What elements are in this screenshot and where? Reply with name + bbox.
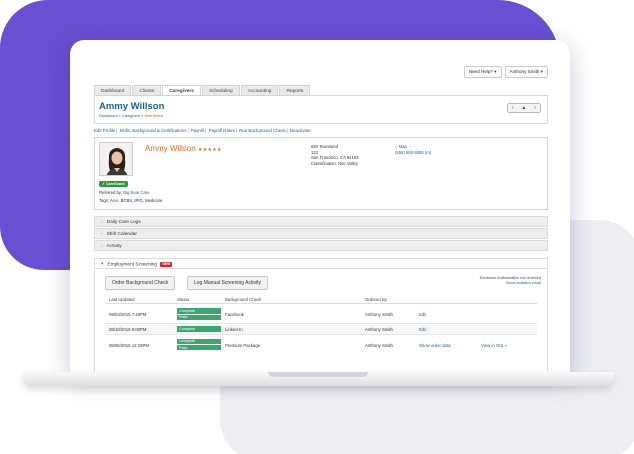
view-in-gis-link[interactable]: View in GIS » <box>481 343 507 348</box>
col-status: Status <box>177 297 190 302</box>
cell-status: Complete <box>177 326 221 332</box>
section-label: Activity <box>106 243 122 249</box>
contact-block: ⌂ Map (555) 555-5555 (m) <box>395 144 431 155</box>
breadcrumb-separator: » <box>118 114 121 118</box>
referred-by-link[interactable]: Big Bear Care <box>123 190 149 195</box>
table-row: 09/03/2015 7:48PM Complete Pass Facebook… <box>105 306 537 324</box>
edit-link[interactable]: Edit <box>419 312 426 317</box>
show-order-data-link[interactable]: Show order data <box>419 343 451 348</box>
col-background-check: Background Check <box>225 297 262 302</box>
link-separator: | <box>187 128 189 133</box>
payroll-rates-link[interactable]: Payroll Rates <box>209 128 235 133</box>
top-bar: Need Help? ▾ Anthony Smith ▾ <box>463 66 548 78</box>
referred-by: Referred by: Big Bear Care <box>99 190 150 195</box>
run-background-check-link[interactable]: Run Background Check <box>239 128 285 133</box>
map-link-label: Map <box>398 144 407 149</box>
status-badge: Complete <box>177 326 221 332</box>
status-badge: Pass <box>177 314 221 320</box>
caregiver-name-text: Ammy Willson <box>145 144 196 153</box>
check-icon: ✓ <box>102 182 106 186</box>
cell-ordered-by: Anthony Smith <box>365 327 393 332</box>
phone-link[interactable]: (555) 555-5555 (m) <box>395 150 431 156</box>
marketing-stage: Need Help? ▾ Anthony Smith ▾ Dashboard C… <box>0 0 634 454</box>
cell-status: Complete Pass <box>177 338 221 351</box>
screening-panel: Order Background Check Log Manual Screen… <box>94 270 548 374</box>
rating-stars-icon: ★★★★★ <box>197 147 222 153</box>
page-header: Ammy Willson Dashboard » Caregivers » Be… <box>94 96 548 124</box>
home-icon[interactable]: ▲ <box>517 104 530 112</box>
cell-date: 08/06/2015 12:20PM <box>109 342 149 348</box>
col-ordered-by: Ordered By <box>365 297 387 302</box>
status-badge: Pass <box>177 345 221 351</box>
link-separator: | <box>116 128 118 133</box>
table-row: 08/06/2015 12:20PM Complete Pass Premium… <box>105 336 537 354</box>
address-line: San Francisco, CA 94103 <box>311 155 359 161</box>
cell-ordered-by: Anthony Smith <box>365 342 393 348</box>
laptop-screen-frame: Need Help? ▾ Anthony Smith ▾ Dashboard C… <box>70 40 570 374</box>
page-title: Ammy Willson <box>99 101 165 112</box>
col-last-updated: Last Updated <box>109 297 135 302</box>
record-nav: ‹ ▲ › <box>506 103 541 113</box>
laptop-notch <box>268 372 368 377</box>
authorization-notice: Electronic Authorization not received Se… <box>480 276 541 286</box>
classification-line: Classification: Noe Valley <box>311 160 358 166</box>
cell-ordered-by: Anthony Smith <box>365 312 393 317</box>
careguard-badge: ✓ CareGuard <box>99 181 128 187</box>
link-separator: | <box>235 128 237 133</box>
payroll-link[interactable]: Payroll <box>191 128 204 133</box>
send-invitation-link[interactable]: Send invitation email <box>506 281 541 285</box>
cell-date: 09/03/2015 7:48PM <box>109 312 147 317</box>
new-badge: NEW <box>160 261 173 267</box>
app-screen: Need Help? ▾ Anthony Smith ▾ Dashboard C… <box>90 58 552 374</box>
section-activity[interactable]: › Activity <box>94 240 548 251</box>
link-separator: | <box>205 128 207 133</box>
breadcrumb: Dashboard » Caregivers » Beth Berns <box>99 114 163 118</box>
referred-by-label: Referred by: <box>99 190 123 195</box>
help-dropdown[interactable]: Need Help? ▾ <box>463 66 502 78</box>
link-separator: | <box>286 128 288 133</box>
log-manual-screening-button[interactable]: Log Manual Screening Activity <box>187 276 268 290</box>
order-background-check-button[interactable]: Order Background Check <box>105 276 176 290</box>
skills-link[interactable]: Skills, Background & Certifications <box>120 128 187 133</box>
prev-arrow-icon[interactable]: ‹ <box>508 104 518 112</box>
section-label: Daily Care Logs <box>106 219 141 225</box>
breadcrumb-dashboard[interactable]: Dashboard <box>99 114 118 118</box>
next-arrow-icon[interactable]: › <box>530 104 540 112</box>
profile-action-links: Edit Profile| Skills, Background & Certi… <box>94 128 311 133</box>
section-label: Employment Screening <box>107 262 158 267</box>
section-label: Shift Calendar <box>106 231 138 237</box>
edit-profile-link[interactable]: Edit Profile <box>94 128 115 133</box>
cell-date: 08/10/2015 9:00PM <box>109 327 147 332</box>
careguard-badge-label: CareGuard <box>106 182 125 186</box>
edit-link[interactable]: Edit <box>419 327 426 332</box>
avatar <box>99 142 133 176</box>
table-header: Last Updated Status Background Check Ord… <box>105 296 537 304</box>
breadcrumb-current: Beth Berns <box>144 114 164 118</box>
table-row: 08/10/2015 9:00PM Complete Linked-In Ant… <box>105 325 537 335</box>
profile-card: Ammy Willson ★★★★★ ✓ CareGuard Referred … <box>94 137 548 210</box>
home-map-icon: ⌂ <box>395 144 398 149</box>
cell-check: Facebook <box>225 312 244 317</box>
tags-line: Tags: AAA, BCBS, IPIO, Medicare <box>99 198 163 203</box>
status-badge: Complete <box>177 308 221 314</box>
section-daily-care-logs[interactable]: › Daily Care Logs <box>94 216 548 227</box>
caregiver-name: Ammy Willson ★★★★★ <box>145 144 222 153</box>
deactivate-link[interactable]: Deactivate <box>290 128 311 133</box>
cell-check: Premium Package <box>225 342 261 348</box>
cell-status: Complete Pass <box>177 308 221 320</box>
section-shift-calendar[interactable]: › Shift Calendar <box>94 228 548 239</box>
status-badge: Complete <box>177 338 221 344</box>
breadcrumb-caregivers[interactable]: Caregivers <box>122 114 140 118</box>
cell-check: Linked-In <box>225 327 243 332</box>
section-employment-screening[interactable]: ▾ Employment Screening NEW <box>94 258 548 269</box>
user-dropdown[interactable]: Anthony Smith ▾ <box>504 66 548 78</box>
address-block: 650 Townsend 123 San Francisco, CA 94103… <box>311 144 359 166</box>
